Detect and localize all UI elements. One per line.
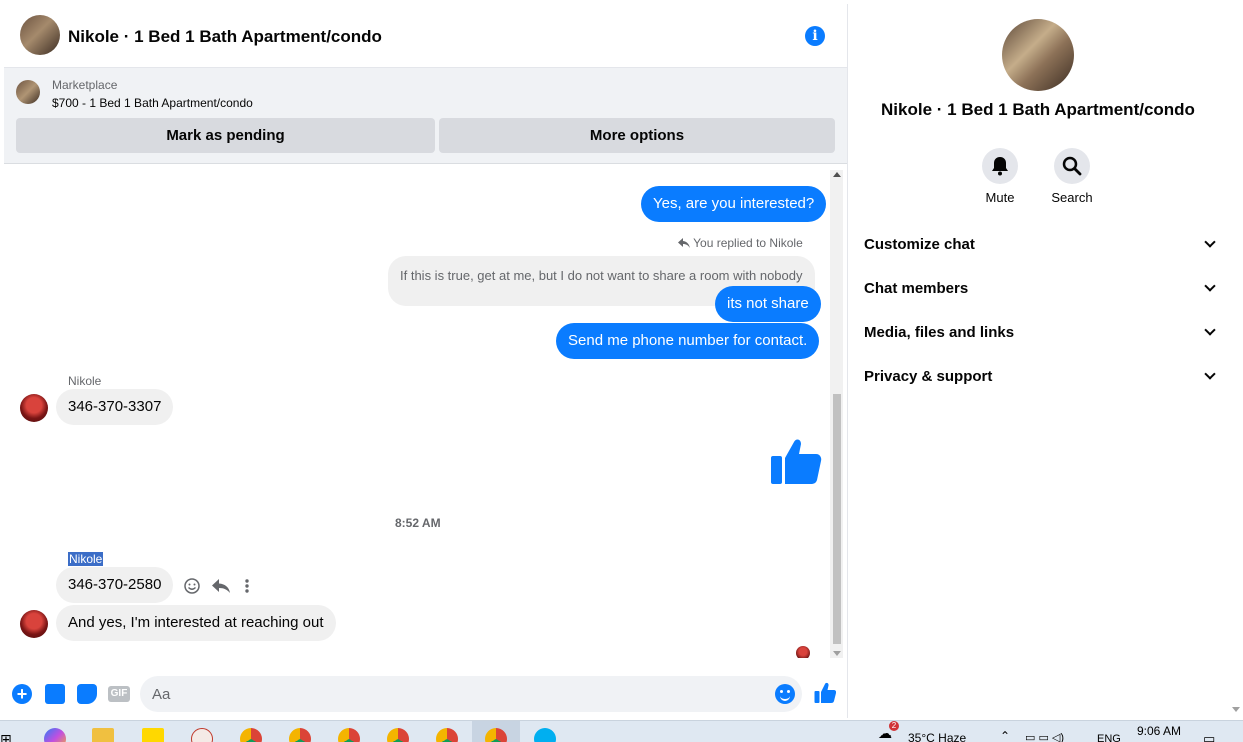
chrome-icon[interactable] — [436, 728, 458, 742]
listing-avatar[interactable] — [20, 15, 60, 55]
app-root: Nikole · 1 Bed 1 Bath Apartment/condo i … — [0, 0, 1243, 742]
more-options-button[interactable]: More options — [439, 118, 835, 153]
page-scrollbar[interactable] — [1228, 0, 1243, 720]
chat-pane: Nikole · 1 Bed 1 Bath Apartment/condo i … — [4, 4, 848, 718]
start-icon[interactable]: ⊞ — [0, 731, 12, 742]
mute-action[interactable]: Mute — [970, 148, 1030, 205]
bell-icon[interactable] — [982, 148, 1018, 184]
section-label: Chat members — [864, 279, 969, 297]
messages-scroll-thumb[interactable] — [833, 394, 841, 644]
details-title: Nikole · 1 Bed 1 Bath Apartment/condo — [881, 100, 1195, 119]
message-incoming[interactable]: 346-370-2580 — [56, 567, 174, 603]
info-icon[interactable]: i — [805, 26, 825, 46]
chevron-down-icon — [1204, 280, 1216, 292]
chrome-icon[interactable] — [338, 728, 360, 742]
notifications-icon[interactable]: ▭ — [1203, 731, 1215, 742]
like-send-icon[interactable] — [814, 682, 836, 704]
react-icon[interactable] — [184, 578, 200, 594]
marketplace-bar: Marketplace $700 - 1 Bed 1 Bath Apartmen… — [4, 68, 847, 164]
message-input[interactable] — [140, 676, 802, 712]
chrome-icon[interactable] — [289, 728, 311, 742]
tray-chevron-icon[interactable]: ⌃ — [1000, 729, 1010, 742]
message-outgoing[interactable]: Send me phone number for contact. — [556, 323, 820, 359]
scroll-up-arrow-icon[interactable] — [833, 172, 841, 177]
mark-as-pending-button[interactable]: Mark as pending — [16, 118, 435, 153]
clock-time[interactable]: 9:06 AM — [1137, 724, 1181, 738]
section-customize-chat[interactable]: Customize chat — [864, 222, 1216, 266]
sticker-icon[interactable] — [77, 684, 97, 704]
marketplace-label: Marketplace — [52, 78, 118, 92]
chevron-down-icon — [1204, 368, 1216, 380]
app-icon[interactable] — [191, 728, 213, 742]
chevron-down-icon — [1204, 236, 1216, 248]
section-label: Privacy & support — [864, 367, 993, 385]
notification-badge: 2 — [889, 721, 899, 731]
sender-avatar[interactable] — [20, 394, 48, 422]
listing-thumbnail[interactable] — [16, 80, 40, 104]
section-chat-members[interactable]: Chat members — [864, 266, 1216, 310]
sender-name-selected: Nikole — [68, 552, 104, 566]
sender-name: Nikole — [68, 374, 102, 388]
search-icon[interactable] — [1054, 148, 1090, 184]
reply-icon[interactable] — [212, 579, 230, 593]
sticky-app-icon[interactable] — [142, 728, 164, 742]
chevron-down-icon — [1204, 324, 1216, 336]
replied-note-text: You replied to Nikole — [693, 236, 803, 250]
photo-icon[interactable] — [45, 684, 65, 704]
chrome-icon[interactable] — [240, 728, 262, 742]
section-label: Customize chat — [864, 235, 975, 253]
seen-indicator-avatar — [796, 646, 810, 658]
more-actions-icon[interactable] — [244, 578, 250, 594]
sender-avatar[interactable] — [20, 610, 48, 638]
message-outgoing[interactable]: Yes, are you interested? — [641, 186, 827, 222]
section-media-files-links[interactable]: Media, files and links — [864, 310, 1216, 354]
reply-arrow-icon — [678, 238, 690, 248]
chat-title[interactable]: Nikole · 1 Bed 1 Bath Apartment/condo — [68, 27, 382, 47]
system-tray-icons[interactable]: ▭ ▭ ◁) — [1025, 731, 1064, 742]
skype-icon[interactable] — [534, 728, 556, 742]
scroll-down-arrow-icon[interactable] — [1232, 707, 1240, 712]
details-avatar[interactable] — [1002, 19, 1074, 91]
thumbs-up-icon[interactable] — [770, 436, 822, 488]
message-list[interactable]: Yes, are you interested? You replied to … — [4, 164, 847, 658]
mute-label: Mute — [985, 190, 1015, 205]
time-separator: 8:52 AM — [395, 516, 441, 530]
search-action[interactable]: Search — [1042, 148, 1102, 205]
message-incoming[interactable]: 346-370-3307 — [56, 389, 174, 425]
listing-summary[interactable]: $700 - 1 Bed 1 Bath Apartment/condo — [52, 96, 253, 110]
plus-icon[interactable]: + — [12, 684, 32, 704]
file-explorer-icon[interactable] — [92, 728, 114, 742]
conversation-details-pane: Nikole · 1 Bed 1 Bath Apartment/condo Mu… — [849, 4, 1227, 718]
emoji-icon[interactable] — [775, 684, 795, 704]
language-indicator[interactable]: ENG — [1097, 733, 1121, 742]
composer: + GIF Aa — [4, 668, 847, 718]
copilot-icon[interactable] — [44, 728, 66, 742]
taskbar: ⊞ ☁ 2 35°C Haze ⌃ ▭ ▭ ◁) ENG 9:06 AM ▭ — [0, 720, 1243, 742]
chrome-icon[interactable] — [387, 728, 409, 742]
gif-icon[interactable]: GIF — [108, 686, 130, 702]
search-label: Search — [1051, 190, 1093, 205]
section-privacy-support[interactable]: Privacy & support — [864, 354, 1216, 398]
weather-text[interactable]: 35°C Haze — [908, 731, 966, 742]
replied-note: You replied to Nikole — [678, 236, 803, 250]
message-input-placeholder: Aa — [152, 686, 171, 703]
message-outgoing[interactable]: its not share — [715, 286, 821, 322]
section-label: Media, files and links — [864, 323, 1015, 341]
message-incoming[interactable]: And yes, I'm interested at reaching out — [56, 605, 336, 641]
chat-header: Nikole · 1 Bed 1 Bath Apartment/condo i — [4, 4, 847, 68]
scroll-down-arrow-icon[interactable] — [833, 651, 841, 656]
